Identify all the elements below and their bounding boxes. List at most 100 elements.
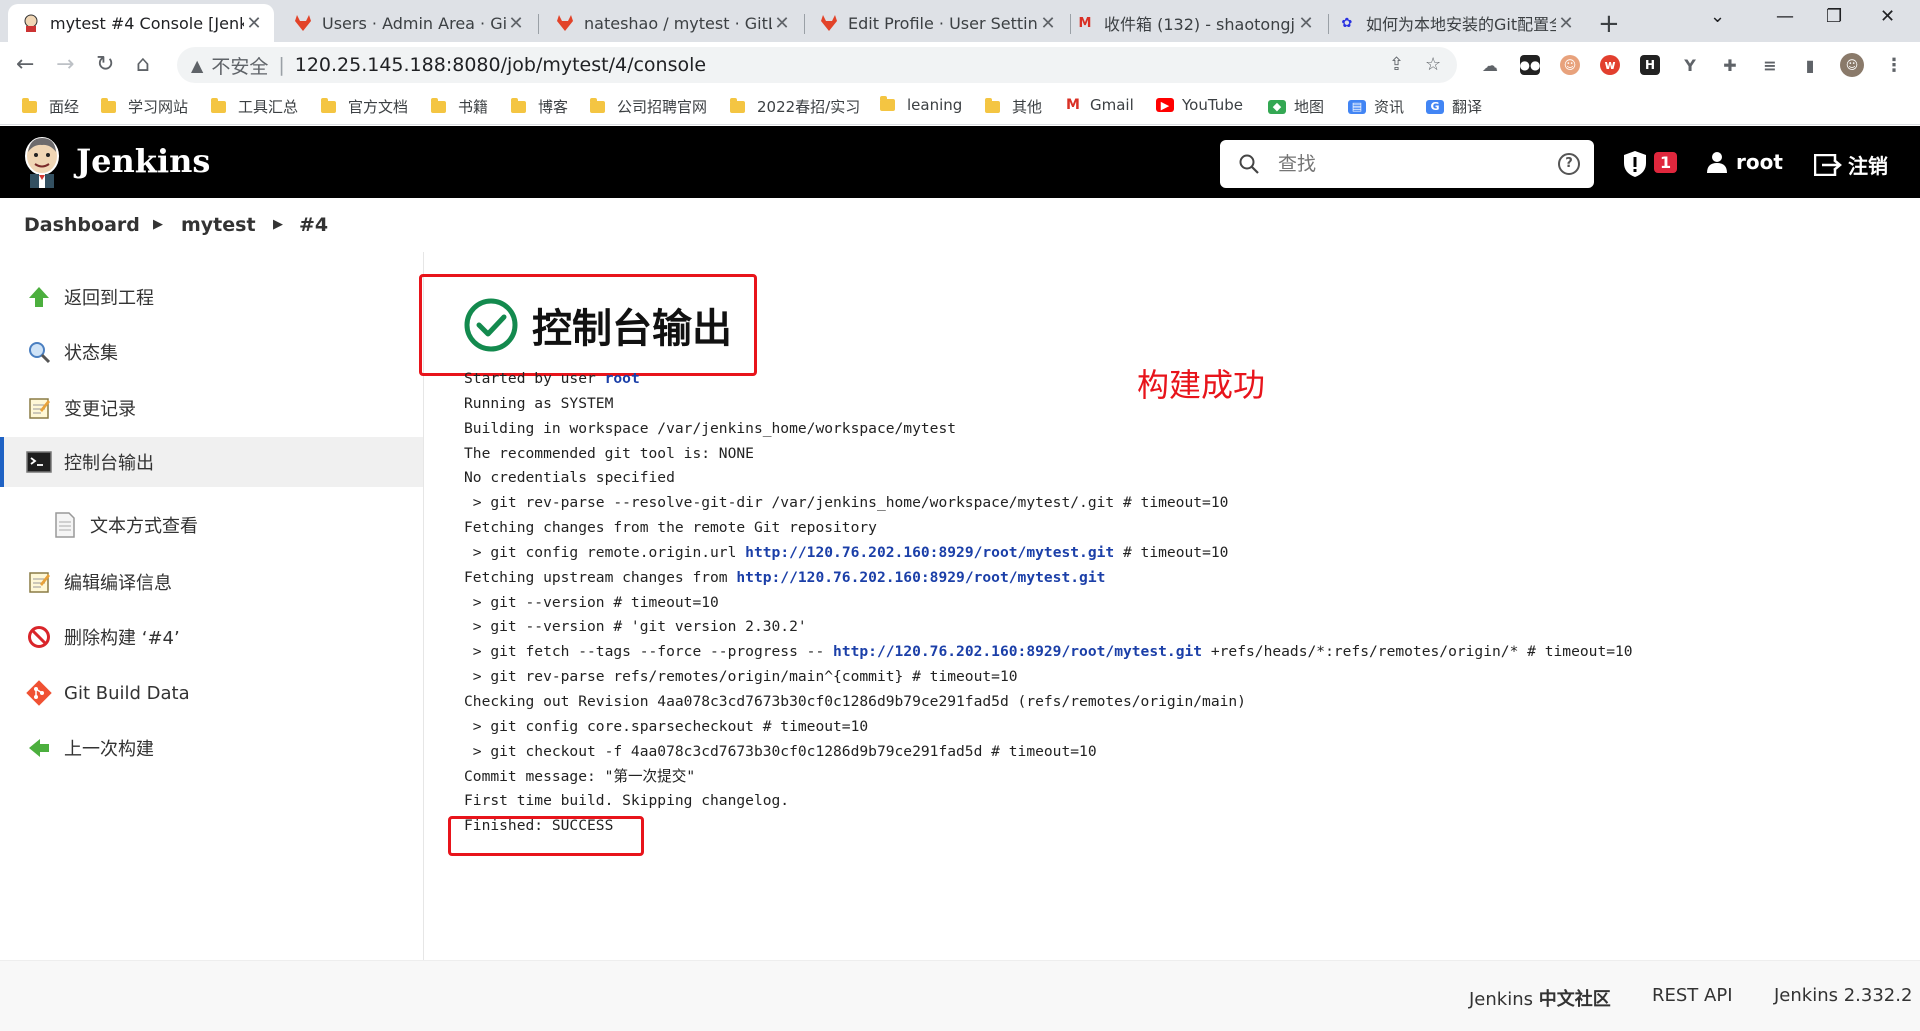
home-icon[interactable]: ⌂ xyxy=(136,52,150,77)
window-close-icon[interactable]: ✕ xyxy=(1880,6,1895,27)
side-panel: 返回到工程 状态集 变更记录 控制台输出 文本方式查看 编辑编译信息 删除构建 … xyxy=(0,252,424,960)
close-icon[interactable]: ✕ xyxy=(244,13,264,34)
bookmark-folder[interactable]: 博客 xyxy=(511,96,568,117)
extension-hub-icon[interactable]: H xyxy=(1640,55,1660,75)
bookmark-maps[interactable]: ◆ 地图 xyxy=(1268,96,1324,117)
bookmark-folder[interactable]: 学习网站 xyxy=(101,96,188,117)
tab-gitlab-project[interactable]: nateshao / mytest · GitLab ✕ xyxy=(542,4,802,42)
task-back-to-project[interactable]: 返回到工程 xyxy=(0,272,423,322)
console-link[interactable]: http://120.76.202.160:8929/root/mytest.g… xyxy=(833,643,1202,660)
search-input[interactable] xyxy=(1276,152,1560,176)
bookmark-star-icon[interactable]: ☆ xyxy=(1425,54,1441,75)
bookmark-label: leaning xyxy=(907,96,963,114)
folder-icon xyxy=(431,97,446,113)
extension-tampermonkey-icon[interactable]: ●● xyxy=(1520,55,1540,75)
warning-icon[interactable]: ▲ xyxy=(191,56,203,75)
tab-search-icon[interactable]: ⌄ xyxy=(1710,6,1725,27)
bookmark-folder[interactable]: 工具汇总 xyxy=(211,96,298,117)
document-icon xyxy=(52,512,78,538)
task-changes[interactable]: 变更记录 xyxy=(0,383,423,433)
tab-gmail[interactable]: M 收件箱 (132) - shaotongjie ✕ xyxy=(1062,4,1326,42)
minimize-icon[interactable]: — xyxy=(1776,6,1794,27)
side-panel-icon[interactable]: ▮ xyxy=(1800,55,1820,75)
footer-community-bold: 中文社区 xyxy=(1538,989,1611,1010)
address-url[interactable]: 120.25.145.188:8080/job/mytest/4/console xyxy=(295,54,706,76)
help-icon[interactable]: ? xyxy=(1558,153,1580,175)
close-icon[interactable]: ✕ xyxy=(772,13,792,34)
user-menu[interactable]: root xyxy=(1706,150,1783,174)
bookmark-gmail[interactable]: M Gmail xyxy=(1064,96,1134,114)
address-bar[interactable]: ▲ 不安全 | 120.25.145.188:8080/job/mytest/4… xyxy=(177,47,1457,83)
breadcrumb-job[interactable]: mytest xyxy=(181,214,256,236)
bookmark-news[interactable]: ▤ 资讯 xyxy=(1348,96,1404,117)
extension-cloud-icon[interactable]: ☁ xyxy=(1480,55,1500,75)
profile-avatar-icon[interactable]: ☺ xyxy=(1840,53,1864,77)
forward-icon[interactable]: → xyxy=(56,52,74,77)
footer-rest-api-link[interactable]: REST API xyxy=(1652,985,1733,1006)
task-status[interactable]: 状态集 xyxy=(0,327,423,377)
reload-icon[interactable]: ↻ xyxy=(96,52,114,77)
console-line: Fetching upstream changes from http://12… xyxy=(464,566,1633,591)
tab-jenkins-console[interactable]: mytest #4 Console [Jenkins] ✕ xyxy=(8,4,274,42)
bookmark-folder[interactable]: 其他 xyxy=(985,96,1042,117)
back-icon[interactable]: ← xyxy=(16,52,34,77)
console-link[interactable]: root xyxy=(605,370,640,387)
bookmark-folder[interactable]: 公司招聘官网 xyxy=(590,96,707,117)
extension-avatar-icon[interactable]: ☺ xyxy=(1560,55,1580,75)
bookmark-label: Gmail xyxy=(1090,96,1134,114)
restore-icon[interactable]: ❐ xyxy=(1826,6,1842,27)
menu-kebab-icon[interactable]: ⋮ xyxy=(1884,55,1904,76)
notepad-icon xyxy=(26,395,52,421)
close-icon[interactable]: ✕ xyxy=(1296,13,1316,34)
chevron-right-icon[interactable]: ▶ xyxy=(273,217,283,232)
task-edit-build-info[interactable]: 编辑编译信息 xyxy=(0,557,423,607)
close-icon[interactable]: ✕ xyxy=(506,13,526,34)
bookmark-folder[interactable]: 书籍 xyxy=(431,96,488,117)
console-link[interactable]: http://120.76.202.160:8929/root/mytest.g… xyxy=(745,544,1114,561)
extension-fork-icon[interactable]: Y xyxy=(1680,55,1700,75)
console-text: > git --version # timeout=10 xyxy=(464,593,719,611)
annotation-box-finished xyxy=(448,816,644,856)
task-git-build-data[interactable]: Git Build Data xyxy=(0,668,423,718)
extension-weibo-icon[interactable]: w xyxy=(1600,55,1620,75)
tab-gitlab-profile[interactable]: Edit Profile · User Settings ✕ xyxy=(806,4,1068,42)
jenkins-brand[interactable]: Jenkins xyxy=(76,142,210,180)
chevron-right-icon[interactable]: ▶ xyxy=(153,217,163,232)
breadcrumb-dashboard[interactable]: Dashboard xyxy=(24,214,140,236)
close-icon[interactable]: ✕ xyxy=(1038,13,1058,34)
folder-icon xyxy=(590,97,605,113)
breadcrumb-build[interactable]: #4 xyxy=(299,214,328,236)
user-name[interactable]: root xyxy=(1736,150,1783,174)
search-box[interactable]: ? xyxy=(1220,140,1594,188)
bookmark-folder[interactable]: 官方文档 xyxy=(321,96,408,117)
close-icon[interactable]: ✕ xyxy=(1556,13,1576,34)
bookmark-translate[interactable]: G 翻译 xyxy=(1426,96,1482,117)
security-shield-icon[interactable] xyxy=(1622,150,1648,178)
console-line: > git config core.sparsecheckout # timeo… xyxy=(464,715,1633,740)
security-count-badge[interactable]: 1 xyxy=(1654,152,1678,173)
task-label: 删除构建 ‘#4’ xyxy=(64,628,180,649)
logout-button[interactable]: 注销 xyxy=(1814,150,1888,179)
tab-title: 如何为本地安装的Git配置全局 xyxy=(1366,15,1556,34)
bookmark-youtube[interactable]: ▶ YouTube xyxy=(1156,96,1243,114)
reading-list-icon[interactable]: ≡ xyxy=(1760,55,1780,75)
share-icon[interactable]: ⇪ xyxy=(1389,54,1404,75)
bookmark-folder[interactable]: 面经 xyxy=(22,96,79,117)
task-console-output[interactable]: 控制台输出 xyxy=(0,437,423,487)
new-tab-icon[interactable]: + xyxy=(1598,9,1620,39)
bookmark-folder[interactable]: leaning xyxy=(880,96,962,114)
console-line: First time build. Skipping changelog. xyxy=(464,789,1633,814)
console-text: The recommended git tool is: NONE xyxy=(464,444,754,462)
jenkins-logo-icon[interactable] xyxy=(22,136,62,188)
console-link[interactable]: http://120.76.202.160:8929/root/mytest.g… xyxy=(736,569,1105,586)
tab-baidu-git[interactable]: ✿ 如何为本地安装的Git配置全局 ✕ xyxy=(1324,4,1586,42)
console-text: > git config core.sparsecheckout # timeo… xyxy=(464,717,869,735)
task-delete-build[interactable]: 删除构建 ‘#4’ xyxy=(0,612,423,662)
tab-gitlab-users[interactable]: Users · Admin Area · GitLab ✕ xyxy=(280,4,536,42)
footer-version-link[interactable]: Jenkins 2.332.2 xyxy=(1774,985,1912,1006)
task-previous-build[interactable]: 上一次构建 xyxy=(0,723,423,773)
task-view-as-plain-text[interactable]: 文本方式查看 xyxy=(0,500,423,550)
bookmark-folder[interactable]: 2022春招/实习 xyxy=(730,96,860,117)
footer-community-link[interactable]: Jenkins 中文社区 xyxy=(1469,985,1611,1011)
extensions-puzzle-icon[interactable]: ✚ xyxy=(1720,55,1740,75)
